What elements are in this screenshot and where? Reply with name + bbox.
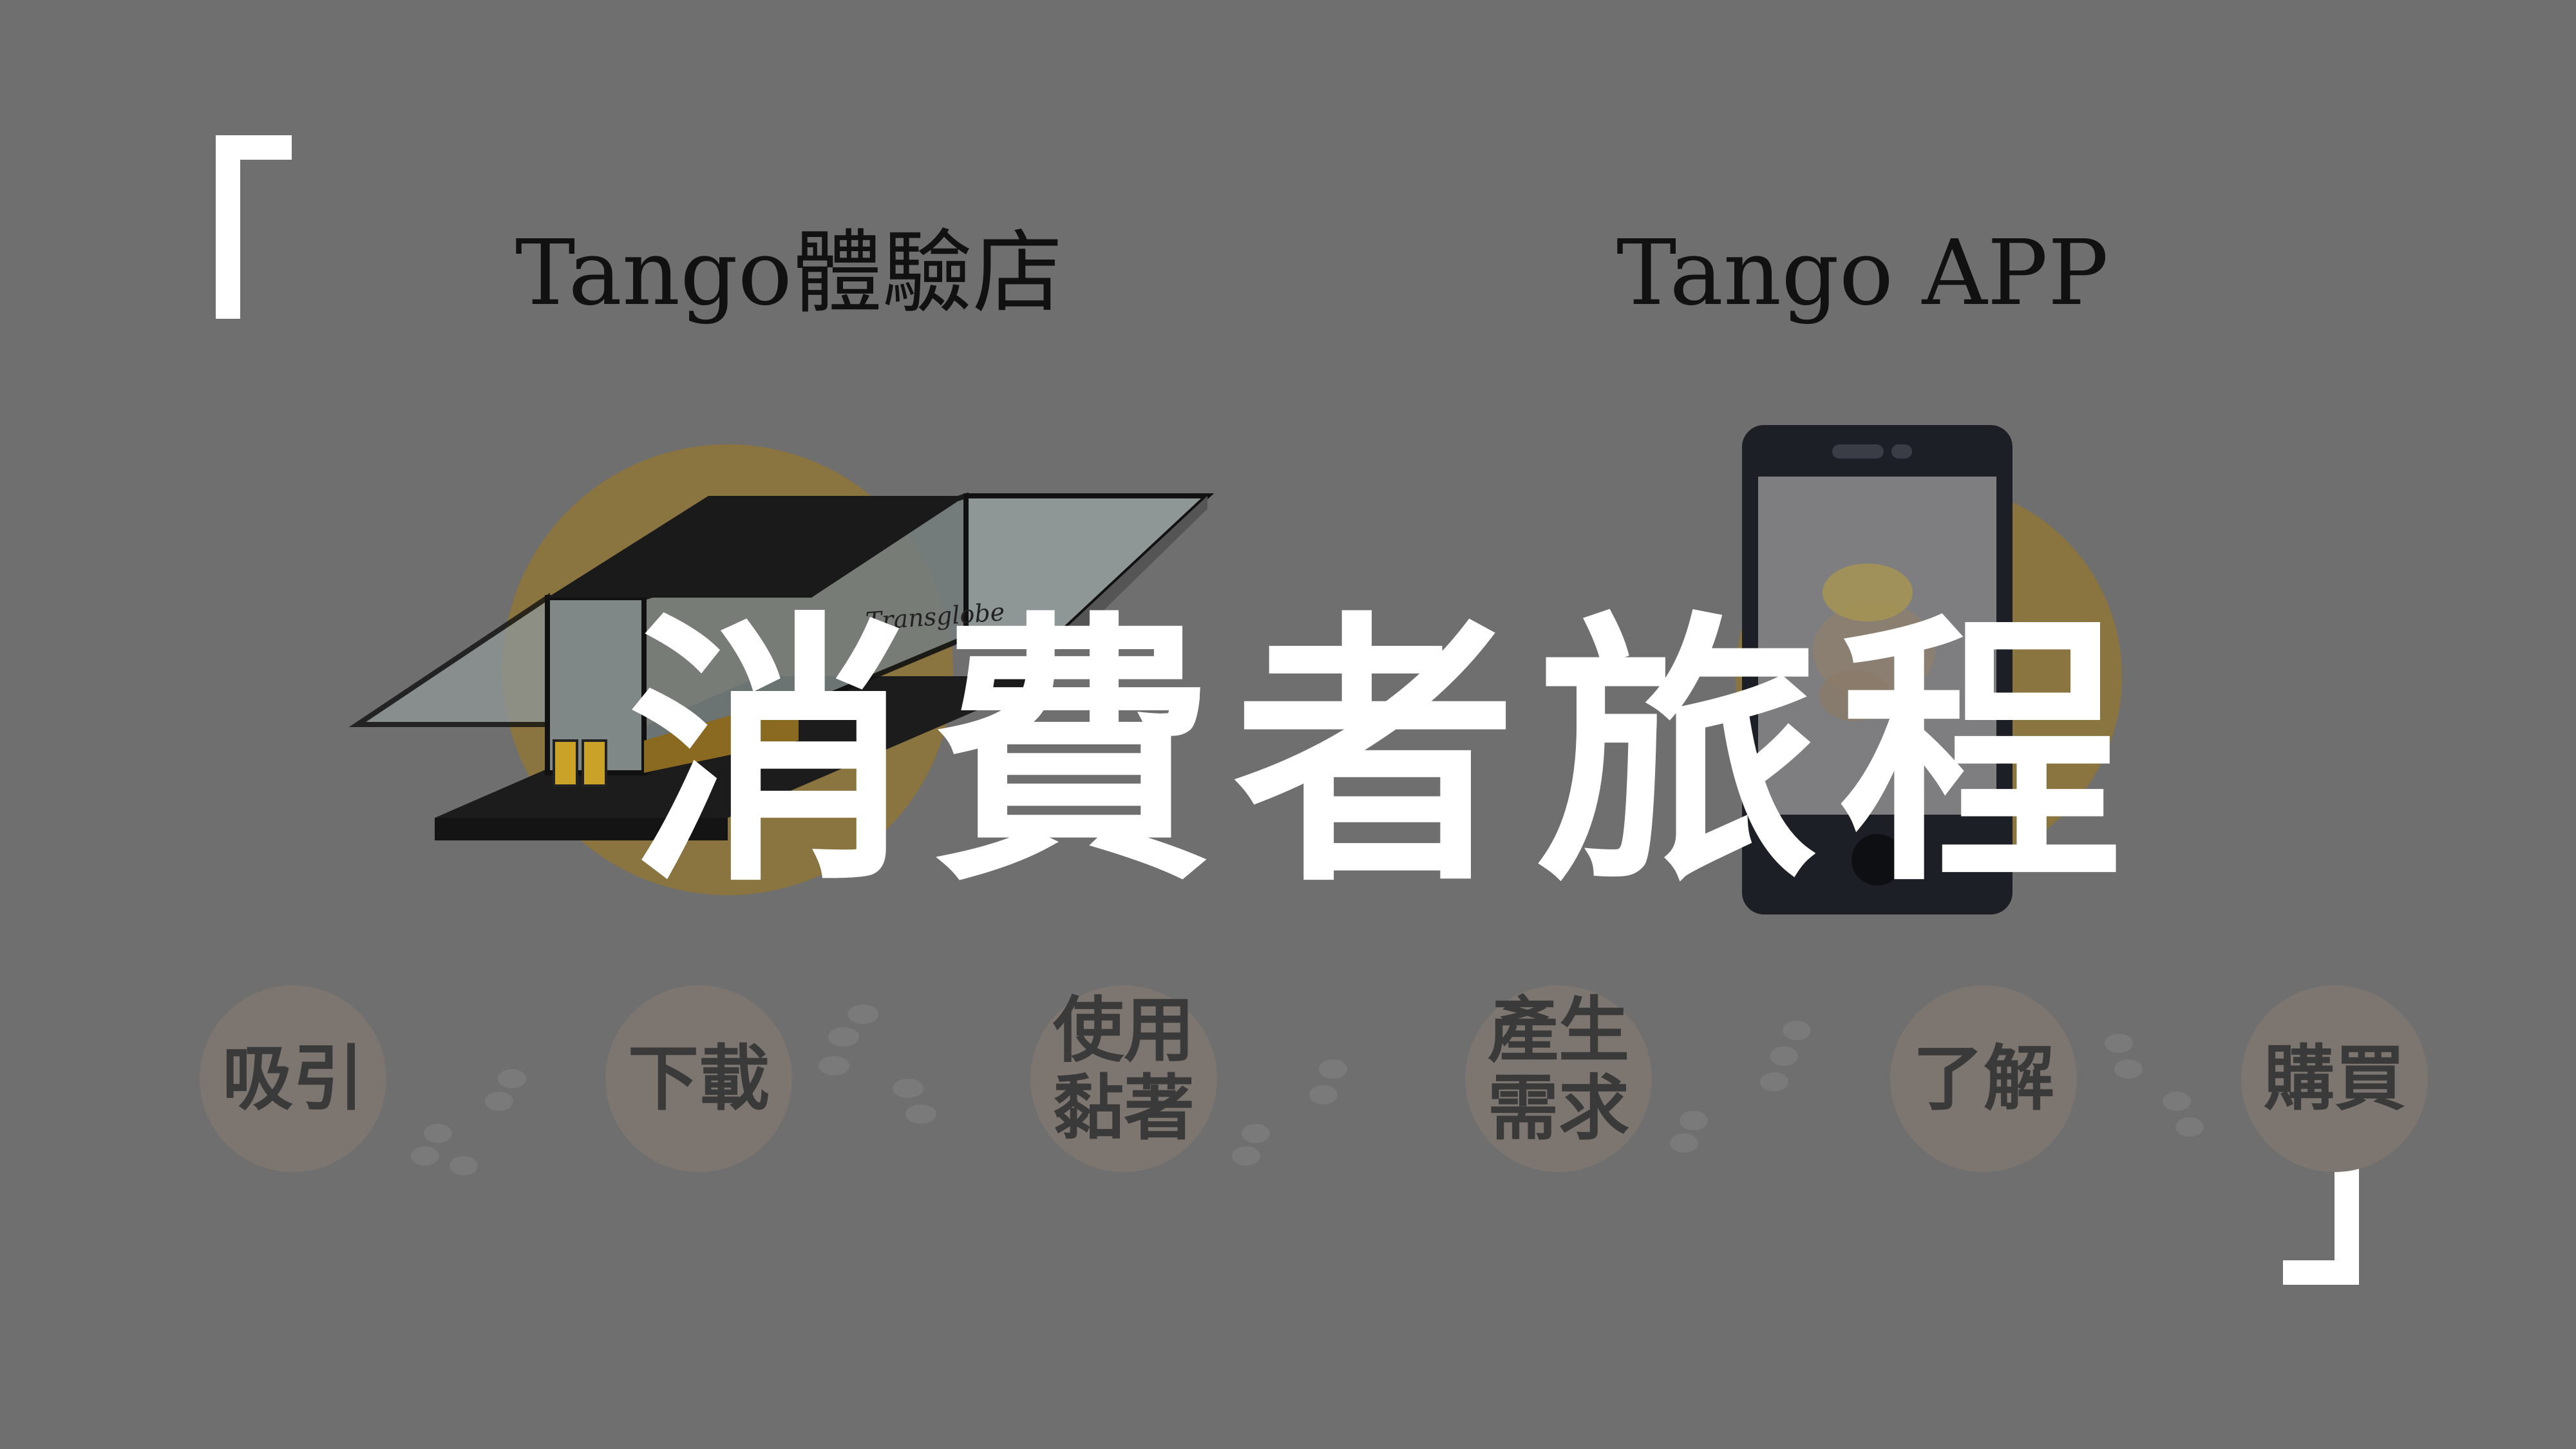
footprints-3-icon [1232,1059,1347,1166]
store-glass-left [348,592,550,727]
bracket-bottom-right-horizontal [2283,1260,2359,1285]
step-label-understand: 了解 [1913,1037,2054,1120]
slide: { "headings": { "store": "Tango體驗店", "ap… [0,0,2576,1449]
bracket-top-left-horizontal [216,135,292,160]
step-label-buy: 購買 [2264,1037,2405,1120]
step-label-download: 下載 [628,1037,770,1120]
bracket-top-left-vertical [216,135,240,319]
footprints-5-icon [2105,1034,2204,1137]
footprints-2-icon [819,1005,936,1124]
step-label-attract: 吸引 [222,1037,364,1120]
footprints-4-icon [1670,1021,1811,1153]
step-label-use: 使用 黏著 [1053,989,1195,1150]
footprints-1-icon [411,1069,526,1175]
main-title: 消費者旅程 [628,587,2141,920]
store-heading: Tango體驗店 [515,221,1063,326]
step-label-demand: 產生 需求 [1488,989,1629,1150]
app-heading: Tango APP [1616,221,2109,326]
